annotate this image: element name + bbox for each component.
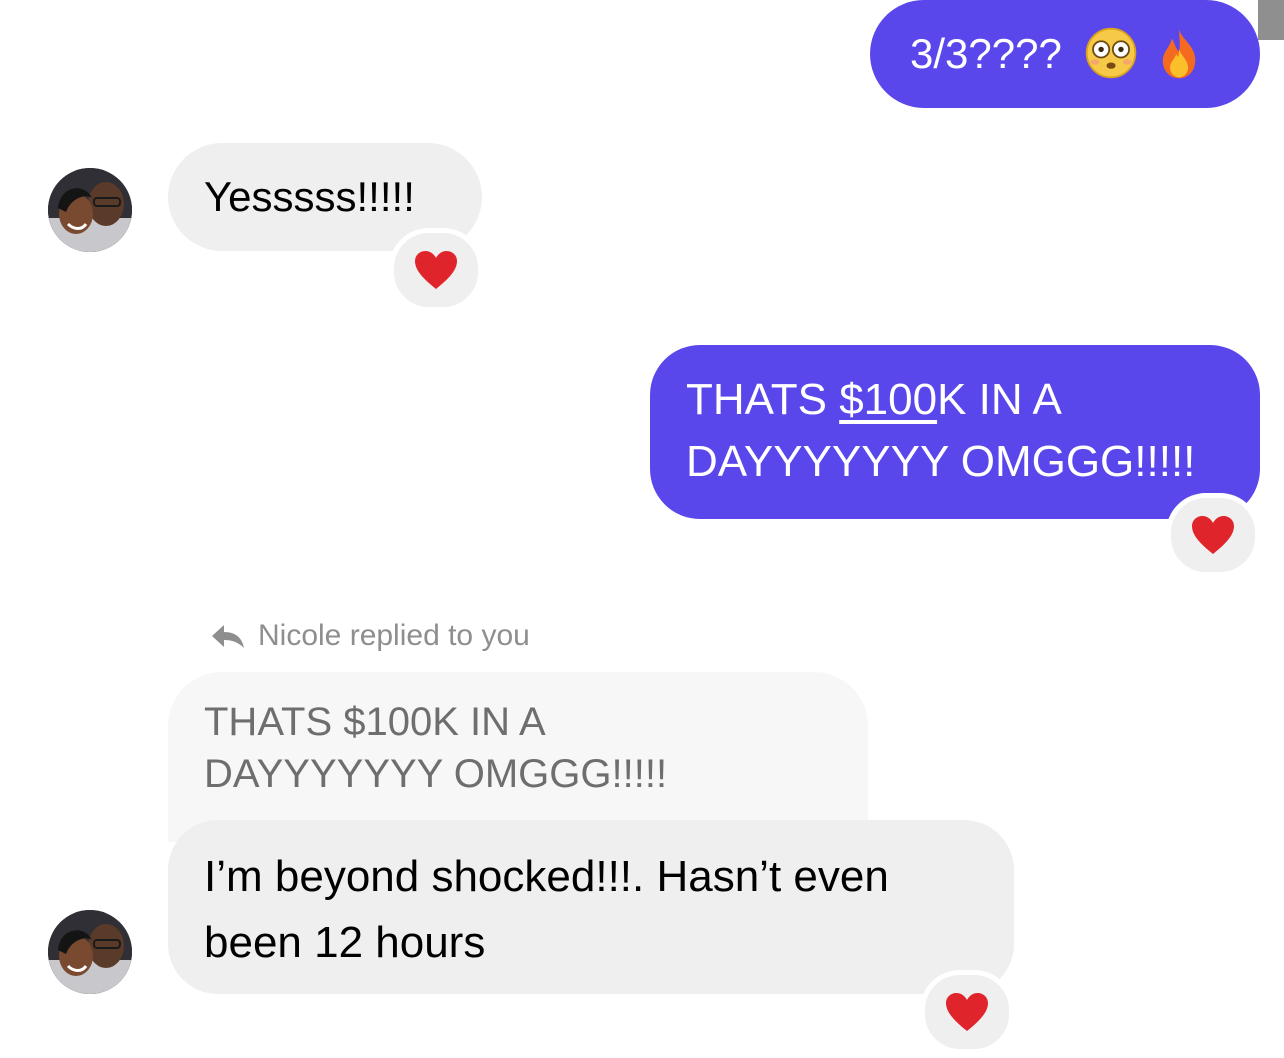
red-heart-icon: [415, 251, 457, 289]
message-text: THATS: [686, 375, 840, 424]
profile-photo-icon: [48, 168, 132, 252]
sent-message-bubble[interactable]: 3/3????: [870, 0, 1260, 108]
received-message-bubble[interactable]: I’m beyond shocked!!!. Hasn’t even been …: [168, 820, 1014, 994]
message-text: Yesssss!!!!!: [204, 173, 415, 220]
reply-arrow-icon: [212, 625, 244, 648]
fire-emoji-icon: [1162, 29, 1196, 79]
message-text: K IN A: [937, 375, 1062, 424]
profile-photo-icon: [48, 910, 132, 994]
reply-label-text: Nicole replied to you: [258, 619, 530, 652]
red-heart-icon: [946, 993, 988, 1031]
reply-indicator: Nicole replied to you: [210, 614, 530, 658]
flushed-face-emoji-icon: [1085, 27, 1137, 79]
contact-avatar[interactable]: [48, 168, 132, 252]
window-edge: [1258, 0, 1284, 40]
message-text: 3/3????: [910, 30, 1062, 77]
message-line-1: THATS $100K IN A: [686, 369, 1224, 431]
heart-reaction[interactable]: [389, 228, 483, 312]
contact-avatar[interactable]: [48, 910, 132, 994]
message-line-2: been 12 hours: [204, 918, 486, 967]
heart-reaction[interactable]: [1166, 493, 1260, 577]
message-line-2: DAYYYYYYY OMGGG!!!!!: [686, 437, 1196, 486]
sent-message-bubble[interactable]: THATS $100K IN A DAYYYYYYY OMGGG!!!!!: [650, 345, 1260, 519]
heart-reaction[interactable]: [920, 970, 1014, 1054]
message-line-1: I’m beyond shocked!!!. Hasn’t even: [204, 852, 889, 901]
amount-link[interactable]: $100: [839, 375, 937, 424]
quoted-line-1: THATS $100K IN A: [204, 700, 546, 744]
quoted-line-2: DAYYYYYYY OMGGG!!!!!: [204, 752, 668, 796]
red-heart-icon: [1192, 516, 1234, 554]
quoted-message[interactable]: THATS $100K IN A DAYYYYYYY OMGGG!!!!!: [168, 672, 868, 842]
